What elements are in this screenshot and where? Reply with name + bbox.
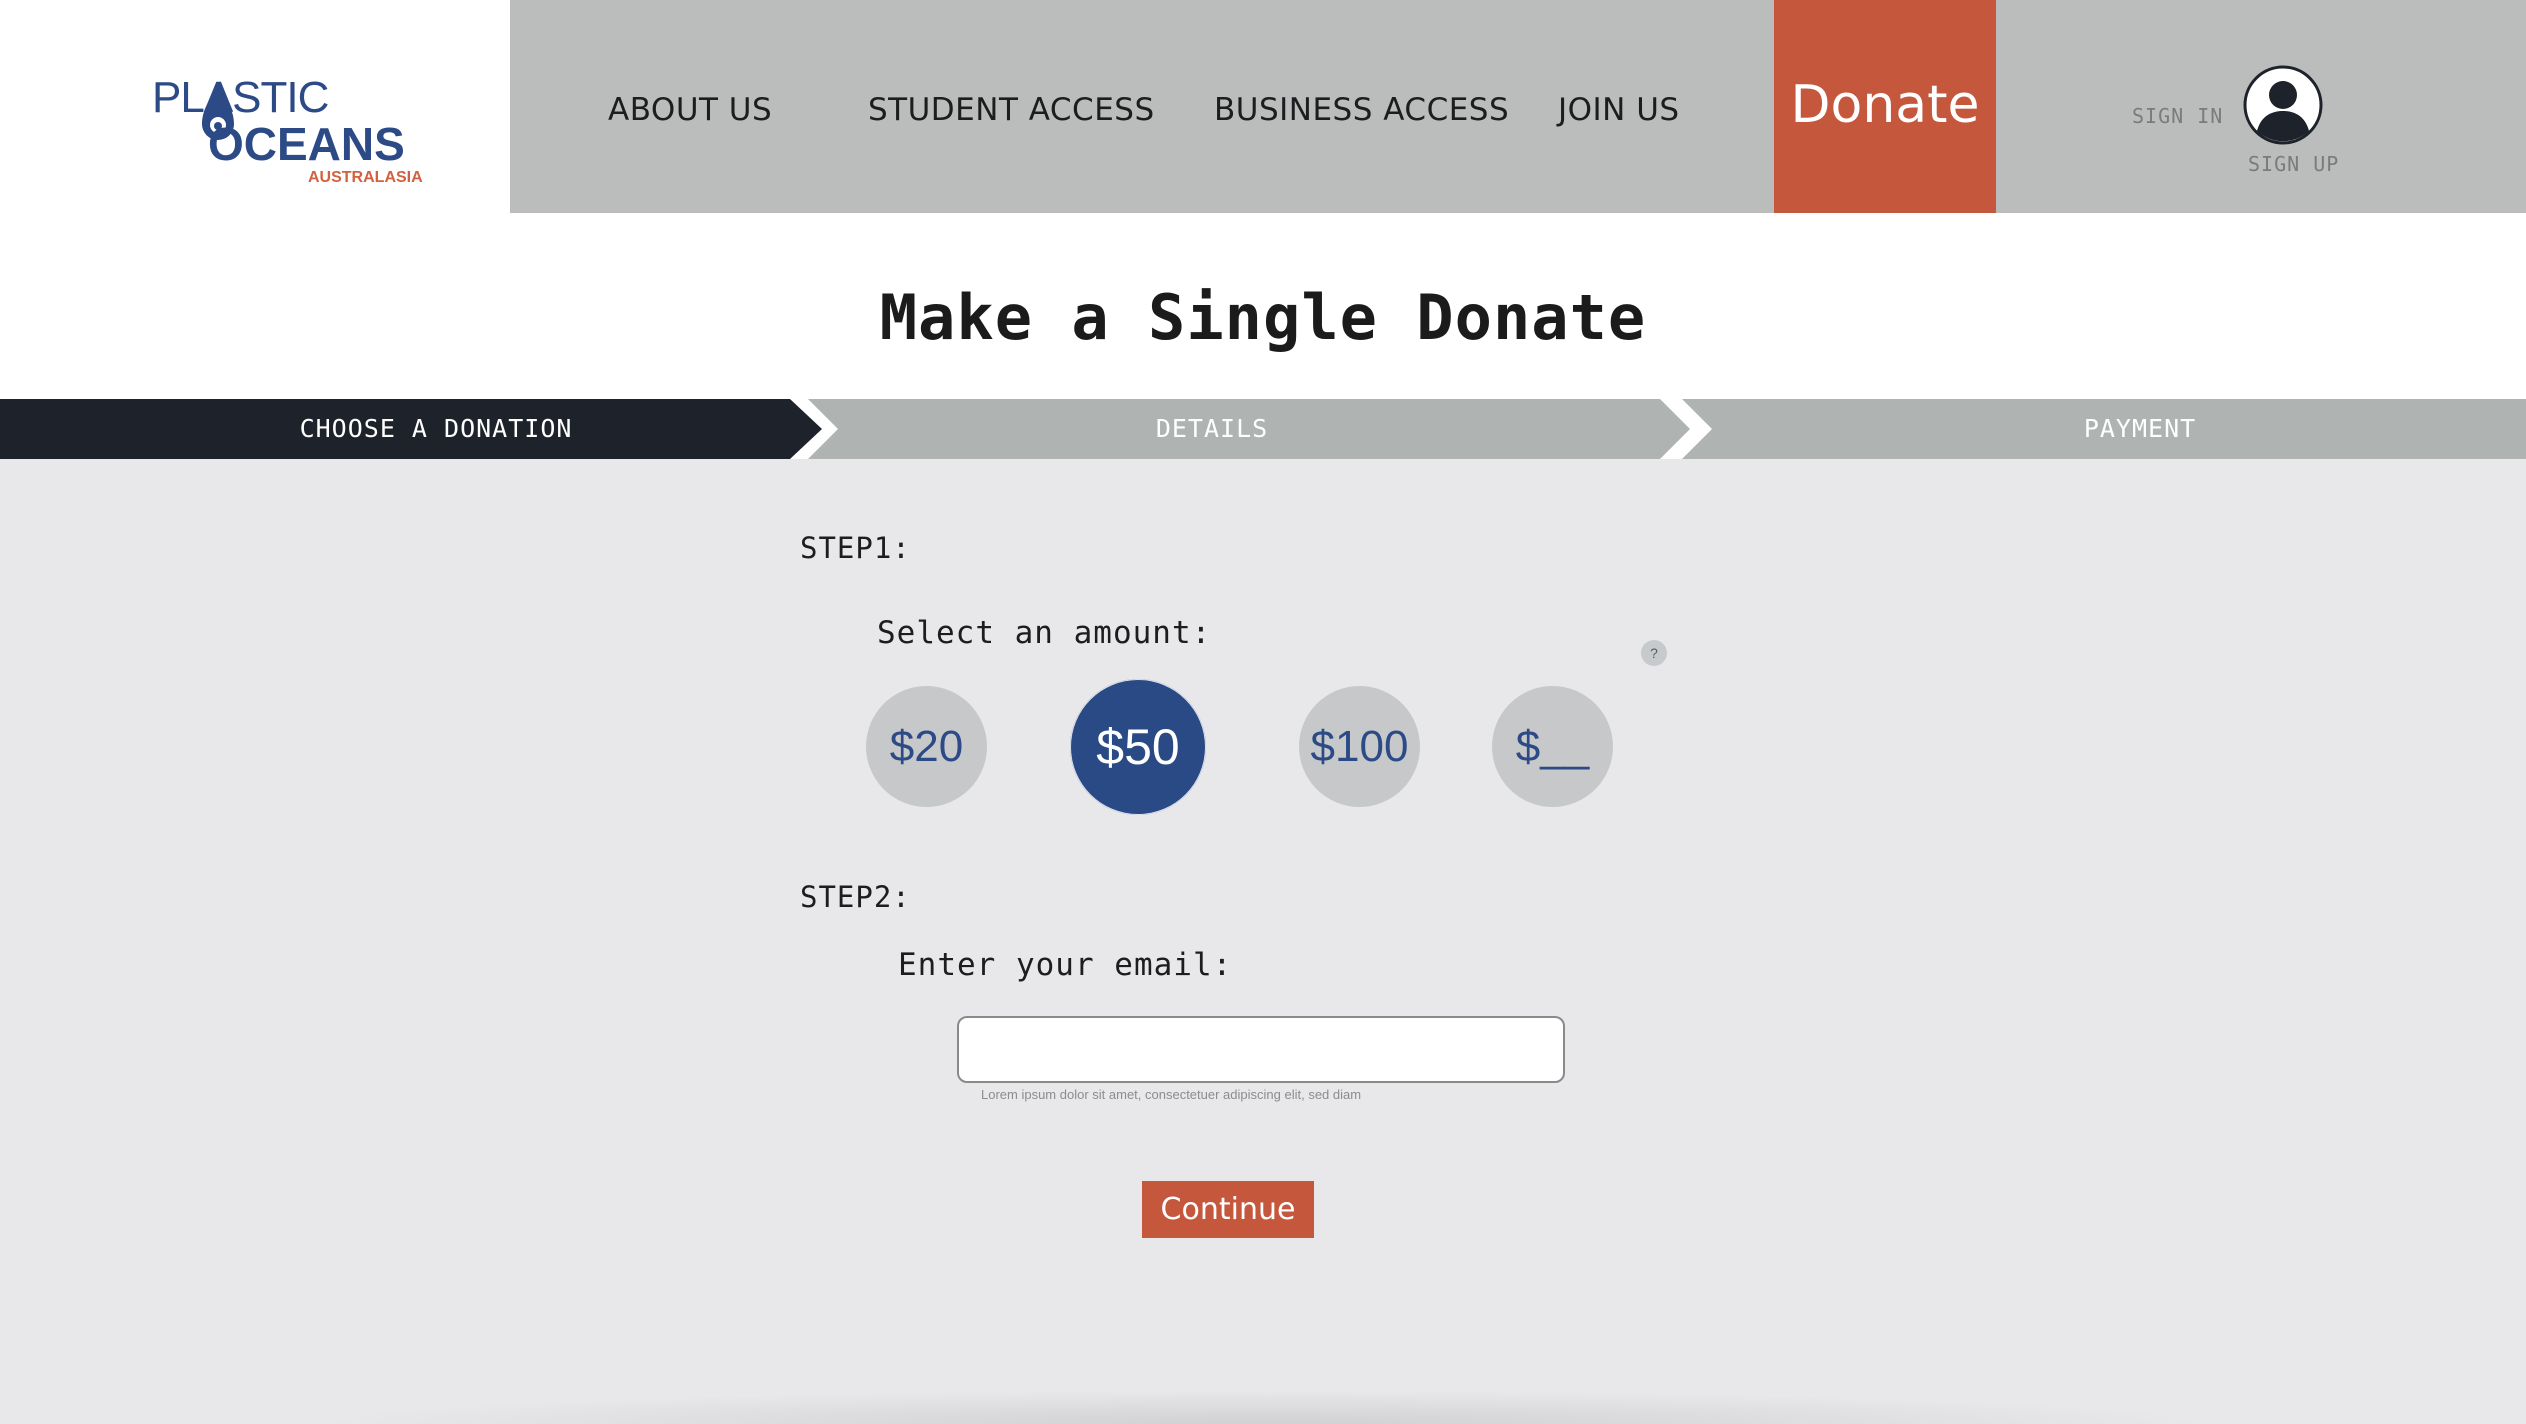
plastic-oceans-logo[interactable]: PLASTIC OCEANS AUSTRALASIA — [152, 74, 422, 186]
email-input[interactable] — [957, 1016, 1565, 1083]
continue-button[interactable]: Continue — [1142, 1181, 1314, 1238]
donate-button[interactable]: Donate — [1774, 0, 1996, 213]
step-details[interactable]: DETAILS — [1156, 414, 1268, 443]
amount-50-button[interactable]: $50 — [1070, 679, 1206, 815]
nav-join-us[interactable]: JOIN US — [1558, 92, 1680, 128]
nav-about-us[interactable]: ABOUT US — [608, 92, 772, 128]
amount-100-button[interactable]: $100 — [1299, 686, 1420, 807]
sign-up-link[interactable]: SIGN UP — [2248, 152, 2339, 176]
logo-area: PLASTIC OCEANS AUSTRALASIA — [0, 0, 510, 213]
enter-email-label: Enter your email: — [898, 947, 1233, 983]
email-helper-text: Lorem ipsum dolor sit amet, consectetuer… — [981, 1087, 1362, 1102]
question-icon[interactable]: ? — [1641, 640, 1667, 666]
step1-heading: STEP1: — [800, 531, 911, 565]
page-title: Make a Single Donate — [879, 281, 1647, 354]
sign-in-link[interactable]: SIGN IN — [2132, 104, 2223, 128]
select-amount-label: Select an amount: — [877, 615, 1212, 651]
site-header: PLASTIC OCEANS AUSTRALASIA ABOUT US STUD… — [0, 0, 2526, 213]
amount-20-button[interactable]: $20 — [866, 686, 987, 807]
svg-text:OCEANS: OCEANS — [208, 118, 405, 170]
nav-business-access[interactable]: BUSINESS ACCESS — [1214, 92, 1509, 128]
step-choose-donation[interactable]: CHOOSE A DONATION — [300, 414, 573, 443]
amount-custom-button[interactable]: $__ — [1492, 686, 1613, 807]
svg-text:PLASTIC: PLASTIC — [152, 74, 329, 122]
progress-stepper: CHOOSE A DONATION DETAILS PAYMENT — [0, 399, 2526, 459]
svg-text:AUSTRALASIA: AUSTRALASIA — [308, 169, 422, 186]
step-payment[interactable]: PAYMENT — [2084, 414, 2196, 443]
user-avatar-icon[interactable] — [2243, 65, 2323, 145]
footer-shadow — [300, 1390, 2226, 1424]
step2-heading: STEP2: — [800, 880, 911, 914]
nav-student-access[interactable]: STUDENT ACCESS — [868, 92, 1155, 128]
